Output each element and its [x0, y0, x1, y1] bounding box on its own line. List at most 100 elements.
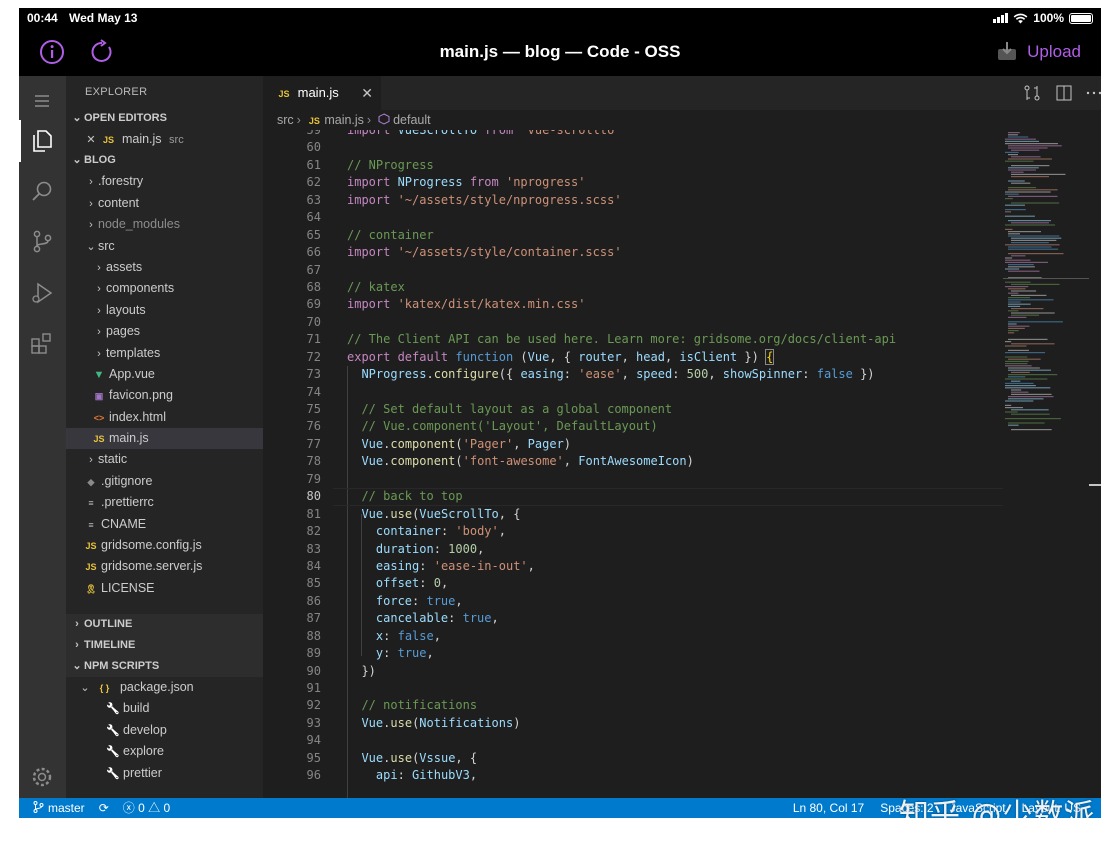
breadcrumb-folder[interactable]: src [277, 113, 294, 127]
status-date: Wed May 13 [69, 11, 138, 25]
more-actions-icon[interactable] [1085, 84, 1101, 102]
line-number: 59 [306, 130, 321, 137]
code-text: Vue.use(Notifications) [347, 715, 520, 732]
wrench-icon: 🔧 [106, 746, 120, 759]
tree-item[interactable]: JS gridsome.server.js [66, 556, 263, 577]
tree-item[interactable]: › content [66, 193, 263, 214]
code-line: 60 [263, 139, 1003, 156]
tree-item[interactable]: 🎗 LICENSE [66, 578, 263, 599]
code-token: true [426, 593, 456, 608]
wrench-icon: 🔧 [106, 703, 120, 716]
tree-item-label: App.vue [109, 366, 155, 381]
code-token: import [347, 245, 398, 260]
tree-item[interactable]: › components [66, 278, 263, 299]
line-number: 96 [306, 768, 321, 783]
split-editor-icon[interactable] [1055, 84, 1073, 102]
open-editor-item[interactable]: ✕ JS main.js src [66, 129, 263, 150]
npm-script-item[interactable]: 🔧 develop [66, 720, 263, 741]
line-number: 93 [306, 715, 321, 730]
explorer-files-icon[interactable] [29, 128, 55, 154]
npm-script-item[interactable]: 🔧 prettier [66, 763, 263, 784]
code-token: import [347, 175, 398, 190]
tree-item[interactable]: ≡ .prettierrc [66, 492, 263, 513]
code-text: y: true, [347, 645, 434, 662]
npm-script-item[interactable]: 🔧 explore [66, 741, 263, 762]
search-icon[interactable] [29, 178, 55, 204]
code-token: 'Pager' [462, 436, 514, 451]
tree-item[interactable]: <> index.html [66, 407, 263, 428]
tree-item[interactable]: › layouts [66, 300, 263, 321]
line-number: 92 [306, 698, 321, 713]
git-branch[interactable]: master [33, 798, 85, 818]
tree-item[interactable]: JS main.js [66, 428, 263, 450]
code-token: // NProgress [347, 157, 434, 172]
code-token: Pager [527, 436, 564, 451]
js-file-icon: JS [85, 562, 97, 573]
code-text: import '~/assets/style/nprogress.scss' [347, 192, 622, 209]
upload-button[interactable]: Upload [1027, 42, 1081, 62]
window-title: main.js — blog — Code - OSS [439, 42, 681, 61]
tree-item-label: CNAME [101, 516, 147, 531]
code-line: 74 [263, 384, 1003, 401]
chevron-right-icon: › [75, 639, 79, 651]
npm-script-item[interactable]: 🔧 build [66, 698, 263, 719]
code-line: 75 // Set default layout as a global com… [263, 401, 1003, 418]
tree-item[interactable]: ◆ .gitignore [66, 471, 263, 492]
code-line: 82 container: 'body', [263, 523, 1003, 540]
tab-main-js[interactable]: JS main.js ✕ [263, 76, 381, 110]
code-token: 1000 [448, 541, 478, 556]
tree-item[interactable]: JS gridsome.config.js [66, 535, 263, 556]
extensions-icon[interactable] [29, 330, 55, 356]
status-time: 00:44 [27, 11, 58, 25]
npm-scripts-section[interactable]: ⌄ NPM SCRIPTS [66, 656, 263, 677]
tree-item[interactable]: › pages [66, 321, 263, 342]
code-editor[interactable]: 59 import VueScrollTo from 'vue-scrollto'… [263, 130, 1003, 798]
tree-item[interactable]: ▣ favicon.png [66, 385, 263, 406]
open-changes-icon[interactable] [1023, 84, 1041, 102]
settings-gear-icon[interactable] [29, 764, 55, 790]
code-text: NProgress.configure({ easing: 'ease', sp… [347, 366, 874, 383]
minimap[interactable] [1003, 130, 1089, 798]
tree-item[interactable]: ⌄ src [66, 236, 263, 257]
tree-item[interactable]: ≡ CNAME [66, 514, 263, 535]
code-line: 70 [263, 314, 1003, 331]
npm-package-item[interactable]: ⌄ { } package.json [66, 677, 263, 698]
tree-item[interactable]: › node_modules [66, 214, 263, 235]
close-icon[interactable]: ✕ [361, 76, 373, 110]
code-line: 96 api: GithubV3, [263, 767, 1003, 784]
tree-item[interactable]: › static [66, 449, 263, 470]
tree-item[interactable]: › .forestry [66, 171, 263, 192]
json-braces-icon: { } [99, 683, 110, 693]
outline-section[interactable]: › OUTLINE [66, 614, 263, 635]
vertical-scrollbar[interactable] [1089, 130, 1101, 798]
tree-item-label: pages [106, 324, 141, 339]
menu-icon[interactable] [29, 88, 55, 114]
code-token: { [765, 348, 775, 365]
cursor-position[interactable]: Ln 80, Col 17 [793, 798, 864, 818]
code-text: // katex [347, 279, 405, 296]
code-token: : [419, 558, 434, 573]
tree-item[interactable]: › templates [66, 343, 263, 364]
image-file-icon: ▣ [94, 391, 104, 402]
line-number: 94 [306, 733, 321, 748]
breadcrumb-symbol[interactable]: default [393, 113, 431, 127]
sync-icon[interactable]: ⟳ [99, 798, 109, 818]
download-tray-icon[interactable] [997, 41, 1017, 61]
tree-item[interactable]: ▼ App.vue [66, 364, 263, 385]
chevron-right-icon: › [89, 454, 93, 467]
tree-item[interactable]: › assets [66, 257, 263, 278]
source-control-icon[interactable] [29, 228, 55, 254]
run-debug-icon[interactable] [29, 280, 55, 306]
breadcrumb-file[interactable]: main.js [324, 113, 364, 127]
timeline-section[interactable]: › TIMELINE [66, 635, 263, 656]
code-line: 91 [263, 680, 1003, 697]
code-token: container [375, 524, 441, 539]
workspace-section[interactable]: ⌄ BLOG [66, 150, 263, 171]
code-token: , [433, 628, 441, 643]
code-line: 68 // katex [263, 279, 1003, 296]
close-icon[interactable]: ✕ [84, 130, 98, 151]
open-editors-section[interactable]: ⌄ OPEN EDITORS [66, 108, 263, 129]
problems-indicator[interactable]: ⓧ 0 △ 0 [123, 798, 170, 818]
